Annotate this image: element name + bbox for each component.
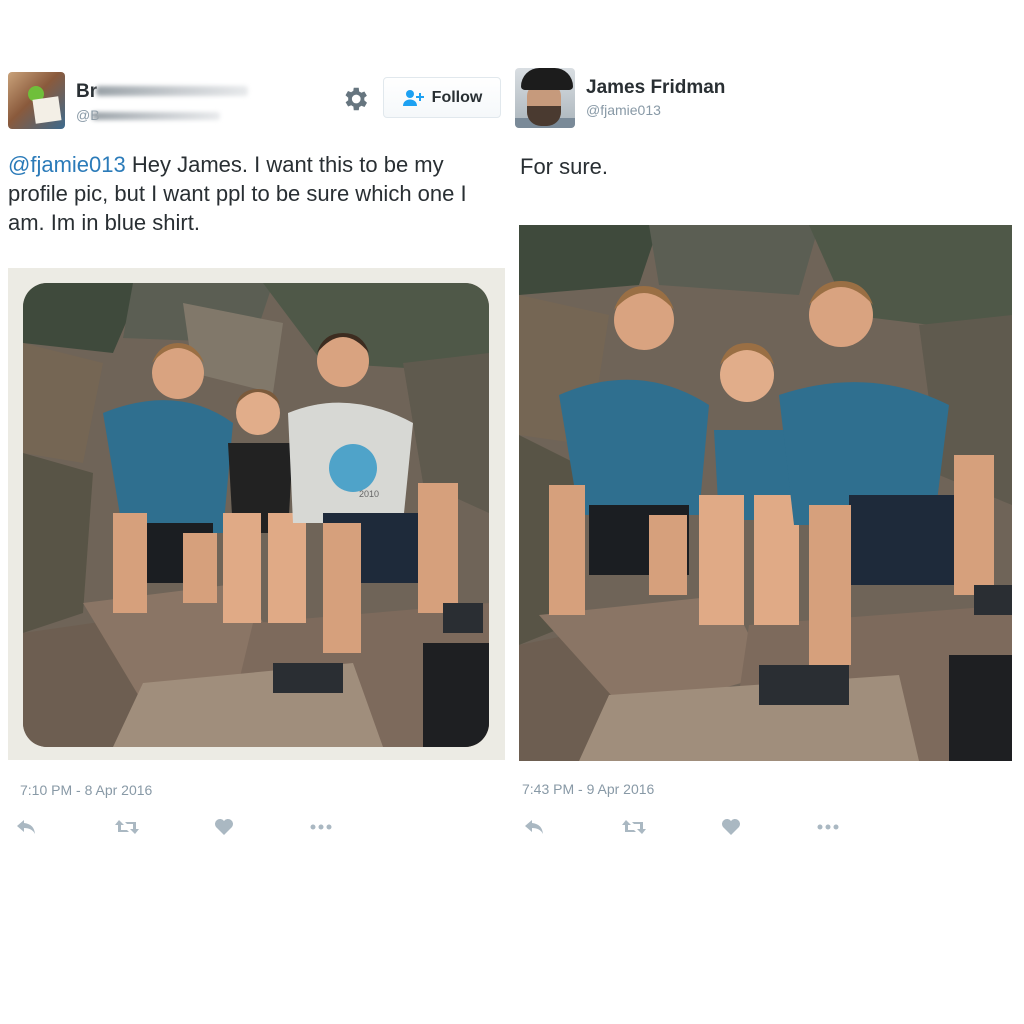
original-tweet: Br @B Follow @fjamie013 Hey James. I wan… bbox=[0, 0, 512, 1024]
like-icon[interactable] bbox=[212, 815, 236, 839]
tweet-timestamp[interactable]: 7:10 PM - 8 Apr 2016 bbox=[20, 782, 152, 798]
reply-icon[interactable] bbox=[522, 815, 546, 839]
author-handle[interactable]: @fjamie013 bbox=[586, 102, 661, 118]
author-name[interactable]: James Fridman bbox=[586, 77, 725, 99]
gear-icon[interactable] bbox=[340, 84, 370, 114]
reply-icon[interactable] bbox=[14, 815, 38, 839]
redacted-handle-blur bbox=[92, 112, 220, 120]
reply-tweet: James Fridman @fjamie013 For sure. 7:43 … bbox=[512, 0, 1024, 1024]
author-avatar[interactable] bbox=[515, 68, 575, 128]
retweet-icon[interactable] bbox=[113, 815, 141, 839]
like-icon[interactable] bbox=[719, 815, 743, 839]
tweet-photo[interactable] bbox=[519, 225, 1012, 761]
tweet-text: For sure. bbox=[520, 154, 609, 179]
tweet-text: @fjamie013 Hey James. I want this to be … bbox=[8, 150, 508, 237]
follow-label: Follow bbox=[431, 88, 483, 106]
redacted-name-blur bbox=[96, 86, 248, 96]
author-name[interactable]: Br bbox=[76, 81, 97, 103]
shirt-year-text: 2010 bbox=[359, 489, 379, 499]
tweet-timestamp[interactable]: 7:43 PM - 9 Apr 2016 bbox=[522, 781, 654, 797]
mention-link[interactable]: @fjamie013 bbox=[8, 152, 126, 177]
more-icon[interactable] bbox=[309, 815, 333, 839]
follow-button[interactable]: Follow bbox=[383, 77, 501, 118]
tweet-photo[interactable]: 2010 bbox=[8, 268, 505, 760]
more-icon[interactable] bbox=[816, 815, 840, 839]
follow-user-icon bbox=[402, 89, 426, 107]
retweet-icon[interactable] bbox=[620, 815, 648, 839]
author-avatar[interactable] bbox=[8, 72, 65, 129]
